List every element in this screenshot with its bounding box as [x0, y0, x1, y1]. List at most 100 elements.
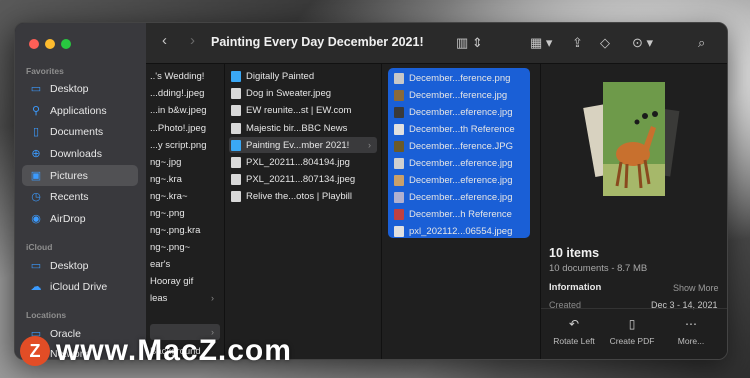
back-icon[interactable]: ‹ [162, 32, 167, 49]
list-item[interactable]: ...Photo!.jpeg [150, 120, 220, 136]
toolbar: ‹ › Painting Every Day December 2021! ▥ … [146, 23, 727, 64]
image-file-icon [394, 208, 404, 220]
list-item[interactable]: December...ference.png [392, 70, 536, 86]
minimize-button[interactable] [45, 39, 55, 49]
zoom-button[interactable] [61, 39, 71, 49]
sidebar-item-desktop[interactable]: ▭ Desktop [22, 78, 138, 99]
action-label: Rotate Left [553, 336, 595, 346]
list-item[interactable]: December...th Reference [392, 121, 536, 137]
sidebar-item-icloud-drive[interactable]: ☁ iCloud Drive [22, 276, 138, 297]
clock-icon: ◷ [31, 191, 41, 203]
list-item-label: pxl_202112...06554.jpeg [409, 225, 513, 237]
image-file-icon [394, 72, 404, 84]
group-icon[interactable]: ▦ ▾ [530, 35, 552, 51]
list-item[interactable]: Majestic bir...BBC News [229, 120, 377, 136]
sidebar: Favorites ▭ Desktop ⚲ Applications ▯ Docume… [15, 23, 147, 359]
chevron-right-icon: › [211, 293, 214, 303]
list-item[interactable]: Dog in Sweater.jpeg [229, 85, 377, 101]
sidebar-item-downloads[interactable]: ⊕ Downloads [22, 143, 138, 164]
sidebar-item-applications[interactable]: ⚲ Applications [22, 100, 138, 121]
list-item[interactable]: ng~.kra [150, 171, 220, 187]
sidebar-item-label: Downloads [50, 147, 102, 160]
close-button[interactable] [29, 39, 39, 49]
sidebar-item-pictures[interactable]: ▣ Pictures [22, 165, 138, 186]
action-more-icon[interactable]: ⊙ ▾ [632, 35, 653, 51]
list-item[interactable]: ...dding!.jpeg [150, 85, 220, 101]
locations-header: Locations [26, 310, 67, 320]
airdrop-icon: ◉ [31, 213, 41, 225]
forward-icon[interactable]: › [190, 32, 195, 49]
desktop-icon: ▭ [30, 260, 42, 272]
list-item[interactable]: December...ference.jpg [392, 87, 536, 103]
list-item[interactable]: ...in b&w.jpeg [150, 102, 220, 118]
list-item[interactable]: December...h Reference [392, 206, 536, 222]
list-item[interactable]: December...eference.jpg [392, 104, 536, 120]
list-item[interactable]: Painting Ev...mber 2021! › [229, 137, 377, 153]
image-file-icon [231, 122, 241, 134]
favorites-header: Favorites [26, 66, 64, 76]
download-icon: ⊕ [31, 148, 41, 160]
list-item-label: December...th Reference [409, 123, 515, 135]
view-columns-icon[interactable]: ▥ ⇕ [456, 35, 483, 51]
list-item-label: December...h Reference [409, 208, 512, 220]
list-item[interactable]: December...eference.jpg [392, 189, 536, 205]
show-more-link[interactable]: Show More [673, 283, 719, 293]
sidebar-item-recents[interactable]: ◷ Recents [22, 186, 138, 207]
finder-window: Favorites ▭ Desktop ⚲ Applications ▯ Docume… [14, 22, 728, 360]
list-item[interactable]: ear's [150, 256, 220, 272]
preview-item-count: 10 items [549, 246, 600, 260]
list-item[interactable]: pxl_202112...06554.jpeg [392, 223, 536, 239]
sidebar-item-label: AirDrop [50, 212, 86, 225]
list-item-label: PXL_20211...807134.jpeg [246, 173, 356, 185]
share-icon[interactable]: ⇪ [572, 35, 583, 51]
image-file-icon [231, 104, 241, 116]
sidebar-item-airdrop[interactable]: ◉ AirDrop [22, 208, 138, 229]
list-item-label: Relive the...otos | Playbill [246, 190, 352, 202]
watermark-logo: Z [20, 336, 50, 366]
rotate-left-icon: ↶ [568, 317, 580, 331]
list-item[interactable]: December...eference.jpg [392, 172, 536, 188]
list-item[interactable]: December...eference.jpg [392, 155, 536, 171]
pdf-icon: ▯ [628, 317, 636, 331]
sidebar-item-label: Recents [50, 190, 89, 203]
list-item-label: December...eference.jpg [409, 157, 513, 169]
list-item-label: Dog in Sweater.jpeg [246, 87, 332, 99]
list-item[interactable]: ng~.png [150, 205, 220, 221]
list-item-label: December...ference.png [409, 72, 511, 84]
list-item-label: December...eference.jpg [409, 106, 513, 118]
list-item[interactable]: EW reunite...st | EW.com [229, 102, 377, 118]
list-item[interactable]: ng~.kra~ [150, 188, 220, 204]
tag-icon[interactable]: ◇ [600, 35, 610, 51]
window-title: Painting Every Day December 2021! [211, 35, 424, 49]
rotate-left-button[interactable]: ↶ Rotate Left [544, 317, 604, 346]
more-button[interactable]: ⋯ More... [661, 317, 721, 346]
list-item[interactable]: December...ference.JPG [392, 138, 536, 154]
sidebar-item-documents[interactable]: ▯ Documents [22, 121, 138, 142]
list-item[interactable]: PXL_20211...804194.jpg [229, 154, 377, 170]
sidebar-item-icloud-desktop[interactable]: ▭ Desktop [22, 255, 138, 276]
list-item[interactable]: Hooray gif [150, 273, 220, 289]
folder-icon [231, 139, 241, 151]
list-item[interactable]: ng~.png~ [150, 239, 220, 255]
list-item[interactable]: leas › [150, 290, 220, 306]
image-file-icon [231, 190, 241, 202]
list-item[interactable]: ng~.png.kra [150, 222, 220, 238]
watermark: Z www.MacZ.com [20, 334, 292, 368]
list-item[interactable]: PXL_20211...807134.jpeg [229, 171, 377, 187]
image-file-icon [231, 156, 241, 168]
image-file-icon [231, 173, 241, 185]
image-file-icon [394, 174, 404, 186]
action-label: Create PDF [609, 336, 655, 346]
list-item[interactable]: ...y script.png [150, 137, 220, 153]
sidebar-item-label: Documents [50, 125, 104, 138]
search-icon[interactable]: ⌕ [698, 35, 705, 51]
create-pdf-button[interactable]: ▯ Create PDF [602, 317, 662, 346]
information-header: Information [549, 282, 602, 293]
list-item[interactable]: Relive the...otos | Playbill [229, 188, 377, 204]
column-3: December...ference.png December...ferenc… [382, 64, 541, 359]
list-item[interactable]: Digitally Painted [229, 68, 377, 84]
sidebar-item-label: Desktop [50, 82, 89, 95]
list-item[interactable]: ng~.jpg [150, 154, 220, 170]
list-item[interactable]: ..'s Wedding! [150, 68, 220, 84]
list-item-label: Digitally Painted [246, 70, 315, 82]
